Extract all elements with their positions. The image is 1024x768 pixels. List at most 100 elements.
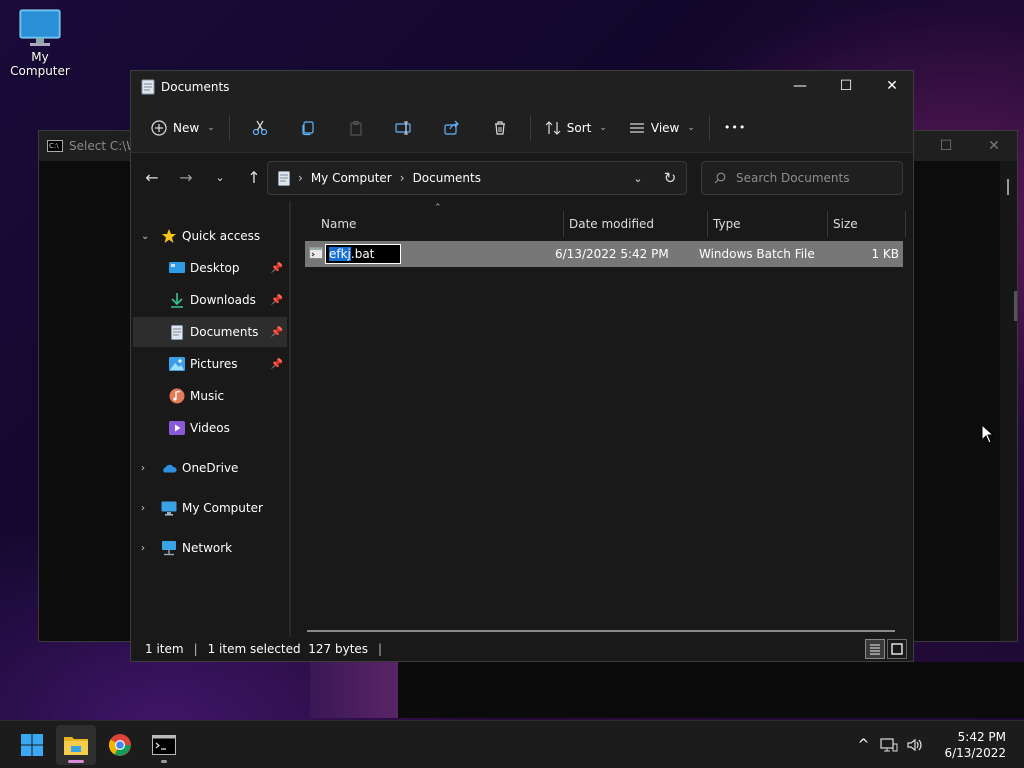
horizontal-scrollbar[interactable] [307, 630, 895, 632]
table-row[interactable]: efkj .bat 6/13/2022 5:42 PM Windows Batch… [305, 241, 903, 267]
sidebar-item-quick-access[interactable]: ⌄ Quick access [133, 221, 287, 251]
delete-button[interactable] [476, 112, 524, 144]
chevron-down-icon: ⌄ [207, 122, 215, 133]
console-scroll-thumb[interactable] [1007, 179, 1009, 195]
status-separator: | [193, 642, 198, 656]
running-indicator [68, 760, 84, 763]
paste-button[interactable] [332, 112, 380, 144]
file-size: 1 KB [871, 247, 899, 261]
console-maximize-button[interactable]: ☐ [923, 131, 969, 161]
chevron-right-icon[interactable]: › [141, 463, 145, 474]
close-button[interactable]: ✕ [869, 71, 915, 101]
arrow-up-icon: ↑ [247, 167, 261, 187]
refresh-button[interactable]: ↻ [654, 162, 686, 194]
console-scroll-edge [1014, 291, 1017, 321]
sidebar-item-my-computer[interactable]: › My Computer [133, 493, 287, 523]
chevron-down-icon: ⌄ [633, 171, 643, 185]
item-count: 1 item [145, 642, 184, 656]
desktop-icon-my-computer[interactable]: My Computer [0, 8, 80, 78]
view-button[interactable]: View ⌄ [621, 112, 703, 144]
arrow-left-icon: ← [145, 167, 159, 187]
column-divider[interactable] [827, 211, 828, 237]
chevron-right-icon[interactable]: › [141, 503, 145, 514]
cut-button[interactable] [236, 112, 284, 144]
forward-button[interactable]: → [169, 161, 203, 193]
network-status-button[interactable] [876, 737, 902, 753]
sidebar-label: Quick access [182, 229, 261, 243]
chevron-right-icon[interactable]: › [141, 543, 145, 554]
show-hidden-icons-button[interactable]: ^ [850, 737, 876, 753]
up-button[interactable]: ↑ [237, 161, 271, 193]
toolbar-divider [708, 114, 710, 141]
console-scrollbar[interactable] [1000, 161, 1017, 641]
recent-locations-button[interactable]: ⌄ [203, 161, 237, 193]
wallpaper-patch [310, 662, 398, 718]
toolbar-divider [529, 114, 531, 141]
explorer-titlebar[interactable]: Documents — ☐ ✕ [131, 71, 913, 103]
column-header-date-modified[interactable]: Date modified [569, 211, 654, 237]
details-view-icon [870, 644, 880, 655]
column-divider[interactable] [905, 211, 906, 237]
copy-button[interactable] [284, 112, 332, 144]
column-label: Name [321, 217, 357, 231]
breadcrumb-my-computer[interactable]: My Computer [311, 171, 392, 185]
console-close-button[interactable]: ✕ [971, 131, 1017, 161]
sidebar-item-documents[interactable]: Documents 📌 [133, 317, 287, 347]
system-tray: ^ 5:42 PM 6/13/2022 [850, 721, 1024, 768]
start-button[interactable] [12, 725, 52, 765]
network-status-icon [880, 738, 898, 752]
taskbar-chrome[interactable] [100, 725, 140, 765]
sidebar-item-downloads[interactable]: Downloads 📌 [133, 285, 287, 315]
breadcrumb-documents[interactable]: Documents [413, 171, 481, 185]
document-icon [278, 170, 290, 186]
navigation-bar: ← → ⌄ ↑ › My Computer › Documents ⌄ ↻ Se… [131, 153, 913, 201]
volume-button[interactable] [902, 737, 928, 753]
sidebar-item-onedrive[interactable]: › OneDrive [133, 453, 287, 483]
more-options-button[interactable]: ••• [716, 112, 754, 144]
cloud-icon [161, 460, 177, 476]
chevron-down-icon[interactable]: ⌄ [141, 231, 149, 242]
taskbar-file-explorer[interactable] [56, 725, 96, 765]
new-button[interactable]: New ⌄ [143, 112, 223, 144]
share-button[interactable] [428, 112, 476, 144]
minimize-button[interactable]: — [777, 71, 823, 101]
document-icon [141, 79, 155, 95]
back-button[interactable]: ← [135, 161, 169, 193]
rename-input[interactable]: efkj .bat [325, 244, 401, 264]
sidebar-item-pictures[interactable]: Pictures 📌 [133, 349, 287, 379]
column-divider[interactable] [707, 211, 708, 237]
column-divider[interactable] [563, 211, 564, 237]
clock[interactable]: 5:42 PM 6/13/2022 [928, 729, 1024, 761]
pin-icon: 📌 [270, 294, 283, 306]
column-header-name[interactable]: Name [321, 211, 356, 237]
sidebar-item-network[interactable]: › Network [133, 533, 287, 563]
share-icon [444, 120, 459, 135]
taskbar-terminal[interactable] [144, 725, 184, 765]
desktop-folder-icon [169, 260, 185, 276]
file-date-modified: 6/13/2022 5:42 PM [555, 247, 669, 261]
maximize-button[interactable]: ☐ [823, 71, 869, 101]
navigation-pane: ⌄ Quick access Desktop 📌 Downloads 📌 Doc… [131, 201, 289, 639]
sidebar-item-videos[interactable]: Videos [133, 413, 287, 443]
sidebar-item-music[interactable]: Music [133, 381, 287, 411]
column-header-type[interactable]: Type [713, 211, 741, 237]
address-bar[interactable]: › My Computer › Documents ⌄ ↻ [267, 161, 687, 195]
rename-button[interactable] [380, 112, 428, 144]
search-box[interactable]: Search Documents [701, 161, 903, 195]
column-header-size[interactable]: Size [833, 211, 858, 237]
sidebar-label: Downloads [190, 293, 256, 307]
window-title: Documents [161, 80, 230, 94]
sort-icon [545, 120, 561, 135]
address-dropdown-button[interactable]: ⌄ [622, 162, 654, 194]
file-explorer-window[interactable]: Documents — ☐ ✕ New ⌄ Sort ⌄ View ⌄ ••• … [130, 70, 914, 662]
column-label: Date modified [569, 217, 655, 231]
sort-button[interactable]: Sort ⌄ [537, 112, 615, 144]
list-view-icon [629, 122, 644, 133]
details-view-button[interactable] [865, 639, 885, 659]
desktop-icon-label: My Computer [10, 50, 70, 78]
sidebar-item-desktop[interactable]: Desktop 📌 [133, 253, 287, 283]
selection-info: 1 item selected 127 bytes [207, 642, 369, 656]
console-title: Select C:\W [69, 139, 139, 153]
large-icons-view-button[interactable] [887, 639, 907, 659]
sort-label: Sort [566, 120, 592, 135]
